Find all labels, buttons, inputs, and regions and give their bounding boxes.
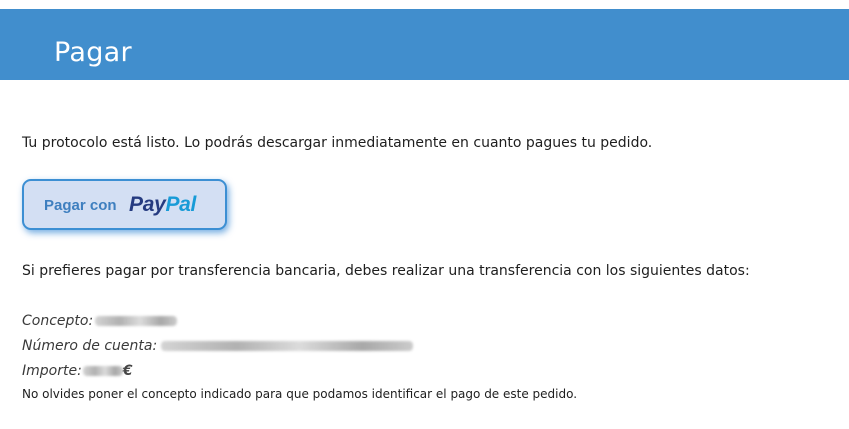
paypal-logo-pal: Pal — [165, 193, 197, 216]
paypal-button-label: Pagar con — [44, 197, 117, 214]
concepto-row: Concepto: — [22, 312, 178, 330]
concepto-label: Concepto: — [22, 313, 94, 329]
amount-row: Importe: € — [22, 362, 133, 380]
bank-transfer-instructions: Si prefieres pagar por transferencia ban… — [22, 263, 750, 279]
paypal-logo: PayPal — [129, 193, 196, 217]
account-number-value-redacted — [161, 341, 414, 351]
page-title: Pagar — [54, 37, 132, 68]
amount-value-redacted — [82, 366, 123, 376]
pay-with-paypal-button[interactable]: Pagar con PayPal — [22, 179, 227, 230]
account-number-row: Número de cuenta: — [22, 337, 414, 355]
amount-label: Importe: — [22, 363, 82, 379]
payment-reference-note: No olvides poner el concepto indicado pa… — [22, 387, 578, 401]
paypal-logo-pay: Pay — [129, 193, 166, 216]
account-number-label: Número de cuenta: — [22, 338, 158, 354]
currency-symbol: € — [122, 363, 133, 379]
page-header: Pagar — [0, 9, 849, 80]
concepto-value-redacted — [95, 316, 178, 326]
intro-text: Tu protocolo está listo. Lo podrás desca… — [22, 135, 653, 151]
